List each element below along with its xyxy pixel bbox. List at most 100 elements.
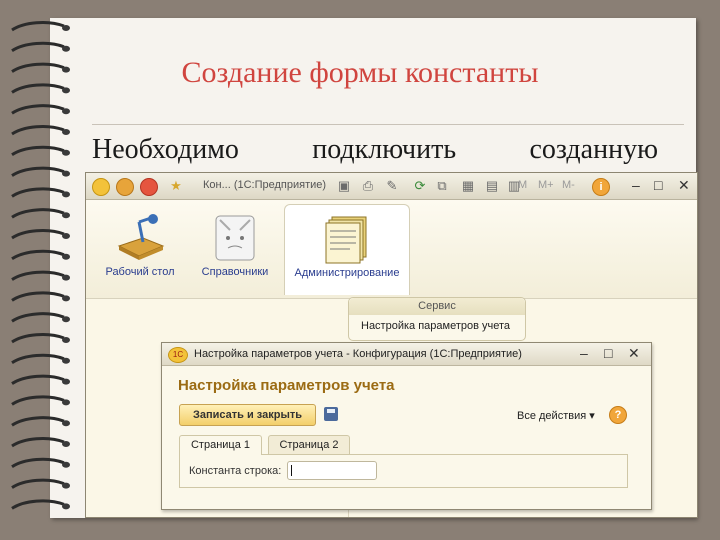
tab-panel: Константа строка: [179, 454, 628, 488]
ring-hole [62, 420, 70, 427]
settings-dialog: 1С Настройка параметров учета - Конфигур… [161, 342, 652, 510]
dialog-close-button[interactable]: ✕ [628, 345, 640, 362]
ring-hole [62, 378, 70, 385]
ring-hole [62, 129, 70, 135]
favorite-star-icon[interactable]: ★ [168, 178, 184, 194]
spiral-ring [11, 208, 65, 219]
spiral-ring [11, 125, 65, 136]
body-word: Необходимо [92, 134, 239, 165]
ring-hole [62, 441, 70, 447]
stop-icon[interactable] [140, 178, 158, 196]
spiral-ring [11, 166, 65, 177]
ring-hole [62, 108, 70, 115]
ring-hole [62, 274, 70, 281]
text-caret [291, 465, 292, 476]
all-actions-menu[interactable]: Все действия ▾ [517, 409, 595, 422]
ring-hole [62, 357, 70, 364]
dialog-title: Настройка параметров учета - Конфигураци… [194, 348, 522, 360]
spiral-ring [11, 333, 65, 344]
ring-hole [62, 233, 70, 239]
save-icon[interactable] [324, 407, 338, 421]
spiral-ring [11, 416, 65, 427]
spiral-ring [11, 437, 65, 448]
ring-hole [62, 337, 70, 343]
history-icon[interactable]: ⧉ [434, 178, 450, 194]
dialog-minimize-button[interactable]: – [580, 345, 588, 361]
ring-hole [62, 25, 70, 31]
folders-icon [325, 216, 367, 264]
spiral-ring [11, 104, 65, 115]
ring-hole [62, 399, 70, 406]
spiral-binding [11, 21, 70, 510]
print-icon[interactable]: ⎙ [360, 178, 376, 194]
slide-body-text: Необходимо подключить созданную [92, 134, 658, 166]
constant-string-label: Константа строка: [189, 465, 282, 477]
sections-panel: Рабочий стол Справочники Администрирован… [86, 200, 697, 299]
service-panel: Сервис Настройка параметров учета [348, 297, 526, 341]
body-word: созданную [529, 134, 658, 165]
app-logo-icon[interactable]: 1С [168, 347, 188, 363]
memory-plus-button[interactable]: M+ [538, 179, 554, 191]
service-panel-header: Сервис [349, 298, 525, 315]
spiral-ring [11, 353, 65, 365]
edit-icon[interactable]: ✎ [384, 178, 400, 194]
spiral-ring [11, 291, 65, 302]
spiral-ring [11, 21, 65, 32]
spiral-ring [11, 312, 65, 323]
books-icon [215, 215, 255, 261]
save-and-close-button[interactable]: Записать и закрыть [179, 404, 316, 426]
maximize-button[interactable]: □ [654, 176, 662, 194]
dialog-heading: Настройка параметров учета [178, 377, 395, 394]
dialog-titlebar: 1С Настройка параметров учета - Конфигур… [162, 343, 651, 366]
spiral-ring [11, 499, 65, 510]
ring-hole [62, 316, 70, 323]
help-icon[interactable]: ? [609, 406, 627, 424]
dialog-maximize-button[interactable]: □ [604, 345, 612, 361]
section-label: Администрирование [294, 267, 400, 279]
ring-hole [62, 212, 70, 219]
close-button[interactable]: ✕ [678, 176, 690, 194]
spiral-ring [11, 374, 65, 385]
table-icon[interactable]: ▦ [460, 178, 476, 194]
constant-string-field[interactable] [287, 461, 377, 480]
spiral-ring [11, 478, 65, 489]
memory-minus-button[interactable]: M- [562, 179, 575, 191]
memory-button[interactable]: M [518, 179, 527, 191]
ring-hole [62, 482, 70, 489]
spiral-ring [11, 395, 65, 406]
ring-hole [62, 461, 70, 468]
info-icon[interactable]: i [592, 178, 610, 196]
section-label: Справочники [201, 266, 269, 278]
main-titlebar: ★ Кон... (1С:Предприятие) ▣ ⎙ ✎ ⟳ ⧉ ▦ ▤ … [86, 173, 697, 200]
main-window-title: Кон... (1С:Предприятие) [203, 179, 327, 191]
ring-hole [62, 45, 70, 52]
save-icon[interactable]: ▣ [336, 178, 352, 194]
slide-title: Создание формы константы [181, 56, 539, 89]
ring-hole [62, 191, 70, 198]
menu-dropdown-icon[interactable] [116, 178, 134, 196]
spiral-ring [11, 249, 65, 261]
body-word: подключить [312, 134, 457, 165]
section-label: Рабочий стол [105, 266, 175, 278]
app-logo-icon[interactable] [92, 178, 110, 196]
refresh-icon[interactable]: ⟳ [412, 178, 428, 194]
spiral-ring [11, 41, 65, 53]
spiral-ring [11, 145, 65, 157]
accounting-settings-link[interactable]: Настройка параметров учета [349, 315, 525, 337]
minimize-button[interactable]: – [632, 176, 640, 194]
spiral-ring [11, 187, 65, 198]
spiral-ring [11, 229, 65, 240]
section-desktop[interactable]: Рабочий стол [94, 204, 186, 294]
ring-hole [62, 170, 70, 177]
ring-hole [62, 253, 70, 260]
ring-hole [62, 503, 70, 510]
ring-hole [62, 149, 70, 156]
tab-page-2[interactable]: Страница 2 [268, 435, 350, 454]
spiral-ring [11, 457, 65, 469]
calculator-icon[interactable]: ▤ [484, 178, 500, 194]
title-divider [92, 124, 684, 125]
section-catalogs[interactable]: Справочники [192, 204, 278, 294]
ring-hole [62, 295, 70, 302]
section-administration[interactable]: Администрирование [284, 204, 410, 295]
tab-page-1[interactable]: Страница 1 [179, 435, 262, 455]
